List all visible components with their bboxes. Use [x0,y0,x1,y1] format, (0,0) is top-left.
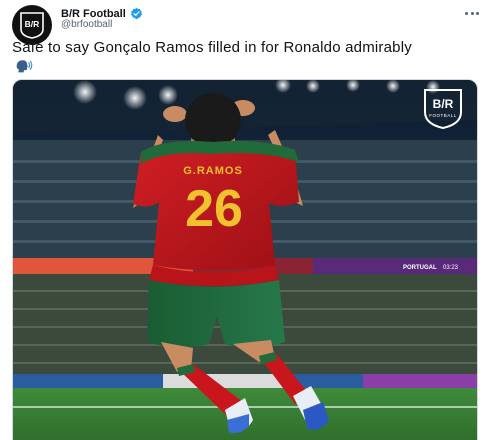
display-name[interactable]: B/R Football [61,8,126,20]
author-handle[interactable]: @brfootball [61,19,112,30]
tweet-photo[interactable]: PORTUGAL 03:23 G.RAMOS 26 B/R FOOTBALL [12,79,478,440]
tweet-text-block: Safe to say Gonçalo Ramos filled in for … [12,38,432,76]
verified-badge-icon [130,7,142,20]
br-football-watermark: B/R FOOTBALL [424,89,462,130]
watermark-subtext: FOOTBALL [429,113,457,118]
jersey-name: G.RAMOS [183,165,243,177]
speaking-head-icon [16,60,33,73]
watermark-text: B/R [433,97,454,111]
jersey-number: 26 [185,180,243,238]
more-options-icon [464,11,468,15]
tweet-text: Safe to say Gonçalo Ramos filled in for … [12,39,412,56]
tweet-card[interactable]: B/R B/R Football @brfootball Safe to say… [0,0,500,440]
player-celebration-image: PORTUGAL 03:23 G.RAMOS 26 [13,80,477,440]
more-dot [476,11,480,15]
ad-board-text: PORTUGAL [403,265,437,271]
avatar-text: B/R [25,19,40,29]
br-logo-icon: B/R [20,12,44,39]
more-options-button[interactable] [462,3,482,23]
ad-board-score: 03:23 [443,265,459,271]
more-dot [470,11,474,15]
